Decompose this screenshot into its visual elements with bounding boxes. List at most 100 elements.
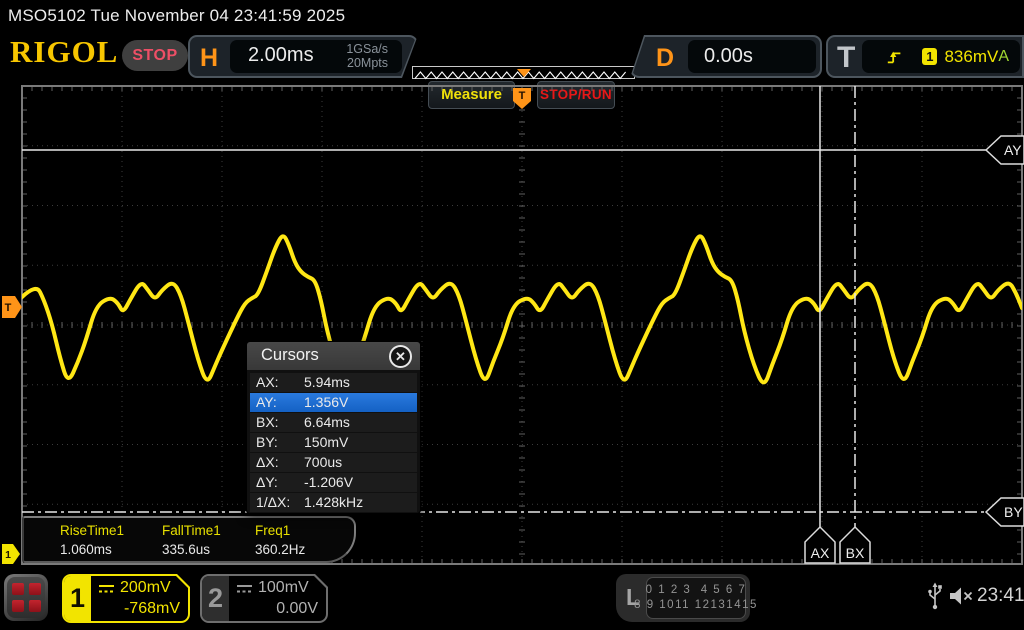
- channel1-scale: 200mV: [120, 579, 171, 597]
- horizontal-panel[interactable]: H 2.00ms 1GSa/s 20Mpts: [188, 35, 418, 78]
- waveform-preview-icon: [413, 69, 634, 80]
- channel1-box[interactable]: 1 200mV -768mV: [62, 574, 190, 623]
- trigger-valuebox: 1 836mV A: [862, 40, 1020, 73]
- svg-text:T: T: [5, 302, 12, 314]
- cursors-dialog[interactable]: Cursors ✕ AX: 5.94msAY: 1.356VBX: 6.64ms…: [246, 341, 421, 514]
- channel1-offset: -768mV: [124, 600, 180, 618]
- cursor-row-value: 6.64ms: [304, 413, 350, 432]
- trigger-mode-auto: A: [998, 48, 1009, 66]
- cursor-by-tag[interactable]: BY: [986, 498, 1024, 526]
- measurement-label: Freq1: [255, 523, 305, 538]
- measurement-item: RiseTime1 1.060ms: [60, 523, 124, 557]
- cursors-dialog-title: Cursors: [261, 346, 319, 365]
- cursor-row-value: 1.428kHz: [304, 493, 363, 512]
- menu-grid-button[interactable]: [4, 574, 48, 621]
- trigger-position-marker[interactable]: T: [513, 88, 531, 109]
- channel1-number: 1: [64, 576, 91, 621]
- cursor-row-label: AX:: [256, 373, 279, 392]
- svg-text:AY: AY: [1004, 142, 1022, 158]
- dc-coupling-icon: [236, 583, 253, 594]
- trigger-level-value: 836mV: [944, 47, 998, 67]
- header-bar: RIGOL STOP H 2.00ms 1GSa/s 20Mpts Measur…: [0, 30, 1024, 80]
- trigger-label: T: [837, 41, 855, 75]
- measure-button[interactable]: Measure: [428, 81, 515, 109]
- cursor-readout-row-ax[interactable]: AX: 5.94ms: [250, 373, 417, 392]
- stop-run-button[interactable]: STOP/RUN: [537, 81, 615, 109]
- cursor-row-label: ΔX:: [256, 453, 279, 472]
- delay-valuebox: 0.00s: [688, 40, 816, 73]
- memory-depth: 20Mpts: [346, 56, 388, 70]
- cursor-row-label: 1/ΔX:: [256, 493, 290, 512]
- cursor-readout-row-ay[interactable]: AY: 1.356V: [250, 393, 417, 412]
- cursor-row-value: -1.206V: [304, 473, 353, 492]
- logic-row-0-7: 0 1 2 3 4 5 6 7: [646, 583, 747, 598]
- measurement-label: RiseTime1: [60, 523, 124, 538]
- cursor-readout-row-y[interactable]: ΔY: -1.206V: [250, 473, 417, 492]
- measurement-label: FallTime1: [162, 523, 221, 538]
- cursor-row-value: 1.356V: [304, 393, 348, 412]
- cursor-row-label: BY:: [256, 433, 278, 452]
- cursor-ay-tag[interactable]: AY: [986, 136, 1024, 164]
- waveform-trace-ch1: [22, 236, 1022, 382]
- measurement-value: 360.2Hz: [255, 542, 305, 557]
- cursor-bx-tag[interactable]: BX: [840, 527, 870, 563]
- delay-panel[interactable]: D 0.00s: [630, 35, 822, 78]
- measurements-panel[interactable]: RiseTime1 1.060ms FallTime1 335.6us Freq1 …: [22, 516, 356, 563]
- run-state-badge[interactable]: STOP: [122, 40, 188, 71]
- menu-grid-icon: [7, 577, 45, 618]
- rigol-logo: RIGOL: [10, 34, 118, 70]
- sample-rate: 1GSa/s: [346, 42, 388, 56]
- rising-edge-icon: [886, 48, 902, 66]
- dc-coupling-icon: [98, 583, 115, 594]
- cursor-readout-row-bx[interactable]: BX: 6.64ms: [250, 413, 417, 432]
- cursor-readout-row-x[interactable]: ΔX: 700us: [250, 453, 417, 472]
- timebase-scale: 2.00ms: [248, 44, 314, 67]
- cursor-readout-row-1x[interactable]: 1/ΔX: 1.428kHz: [250, 493, 417, 512]
- cursors-readout-list: AX: 5.94msAY: 1.356VBX: 6.64msBY: 150mVΔ…: [247, 370, 420, 516]
- svg-text:BY: BY: [1004, 504, 1023, 520]
- cursor-row-value: 150mV: [304, 433, 348, 452]
- logic-channels-box[interactable]: L 0 1 2 3 4 5 6 7 8 9 1011 12131415: [616, 574, 750, 622]
- channel2-offset: 0.00V: [276, 600, 318, 618]
- measurement-value: 1.060ms: [60, 542, 124, 557]
- graticule: [22, 86, 1022, 564]
- svg-text:1: 1: [5, 549, 11, 561]
- trigger-source-badge: 1: [922, 48, 937, 65]
- svg-text:AX: AX: [811, 545, 830, 561]
- titlebar-model-datetime: MSO5102 Tue November 04 23:41:59 2025: [8, 6, 345, 26]
- cursor-row-label: ΔY:: [256, 473, 278, 492]
- delay-label: D: [656, 44, 674, 73]
- waveform-position-bar[interactable]: [412, 66, 635, 79]
- close-icon[interactable]: ✕: [389, 345, 412, 368]
- cursor-row-label: BX:: [256, 413, 279, 432]
- graticule-border: [22, 86, 1022, 564]
- samplerate-memdepth: 1GSa/s 20Mpts: [346, 42, 388, 70]
- delay-value: 0.00s: [704, 45, 753, 68]
- cursors-dialog-titlebar[interactable]: Cursors ✕: [247, 342, 420, 370]
- graticule-ticks: [22, 86, 1022, 564]
- cursor-ax-tag[interactable]: AX: [805, 527, 835, 563]
- measurement-item: Freq1 360.2Hz: [255, 523, 305, 557]
- clock-time: 23:41: [977, 585, 1024, 607]
- speaker-muted-icon: [948, 586, 974, 606]
- channel2-scale: 100mV: [258, 579, 309, 597]
- cursor-row-value: 5.94ms: [304, 373, 350, 392]
- measurement-value: 335.6us: [162, 542, 221, 557]
- cursor-row-value: 700us: [304, 453, 342, 472]
- cursor-readout-row-by[interactable]: BY: 150mV: [250, 433, 417, 452]
- horizontal-valuebox: 2.00ms 1GSa/s 20Mpts: [230, 40, 402, 73]
- measurement-item: FallTime1 335.6us: [162, 523, 221, 557]
- cursor-row-label: AY:: [256, 393, 277, 412]
- channel2-box[interactable]: 2 100mV 0.00V: [200, 574, 328, 623]
- horizontal-label: H: [200, 44, 218, 73]
- svg-text:BX: BX: [846, 545, 865, 561]
- usb-icon: [926, 581, 944, 611]
- svg-text:T: T: [519, 90, 526, 102]
- channel2-number: 2: [202, 576, 229, 621]
- bottom-status-bar: 1 200mV -768mV 2 100mV 0.00V L 0 1 2 3 4…: [0, 566, 1024, 630]
- trigger-panel[interactable]: T 1 836mV A: [826, 35, 1024, 78]
- trigger-level-marker[interactable]: T: [2, 296, 22, 318]
- channel1-zero-marker[interactable]: 1: [2, 544, 20, 564]
- logic-channel-numbers: 0 1 2 3 4 5 6 7 8 9 1011 12131415: [646, 577, 746, 619]
- logic-row-8-15: 8 9 1011 12131415: [634, 598, 758, 613]
